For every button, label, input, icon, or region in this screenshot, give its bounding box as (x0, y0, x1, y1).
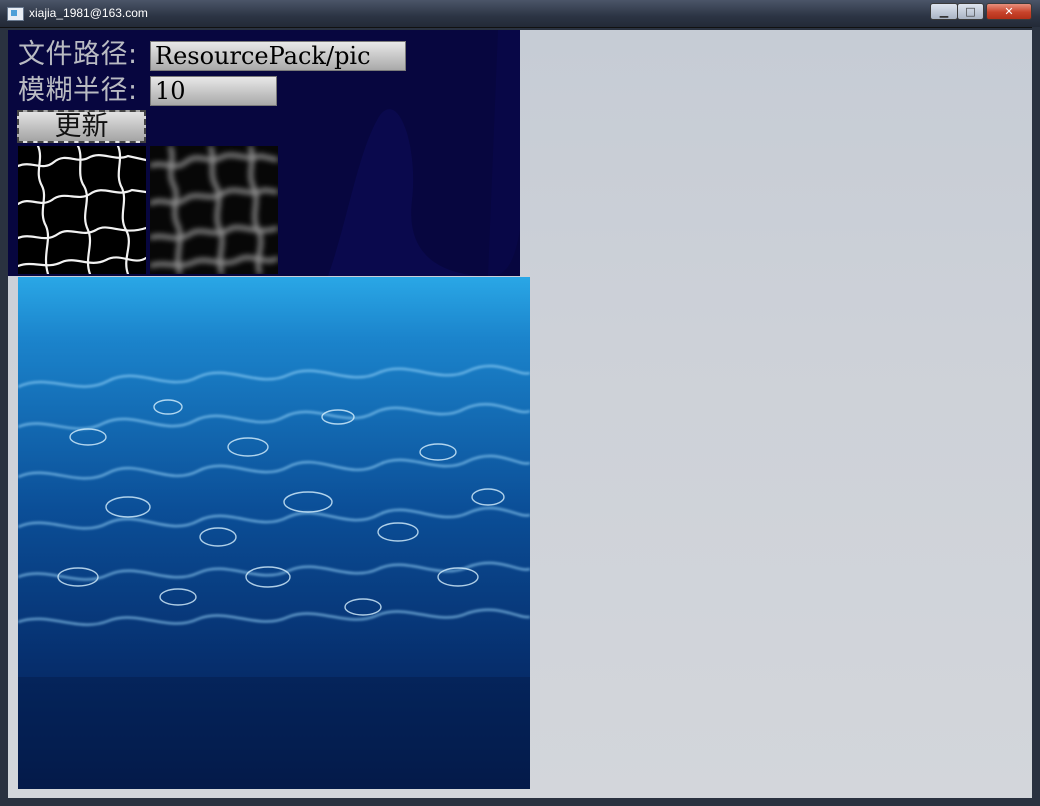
file-path-input[interactable]: ResourcePack/pic (150, 41, 406, 71)
window-border-right[interactable] (1032, 27, 1040, 806)
window-border-bottom[interactable] (0, 798, 1040, 806)
caustics-texture-thumbnail (18, 146, 146, 274)
file-path-label: 文件路径: (18, 39, 138, 70)
close-button[interactable]: ✕ (986, 3, 1032, 20)
minimize-button[interactable]: ▁ (930, 3, 958, 20)
maximize-button[interactable]: □ (957, 3, 984, 20)
blur-radius-input[interactable]: 10 (150, 76, 277, 106)
blur-radius-label: 模糊半径: (18, 75, 138, 106)
blurred-texture-thumbnail (150, 146, 278, 274)
application-window: xiajia_1981@163.com ▁ □ ✕ 文件路径: Resource… (0, 0, 1040, 806)
title-bar[interactable]: xiajia_1981@163.com ▁ □ ✕ (0, 0, 1040, 28)
update-button[interactable]: 更新 (17, 110, 146, 143)
app-window-icon (7, 7, 24, 21)
render-viewport[interactable]: 文件路径: ResourcePack/pic 模糊半径: 10 更新 (8, 30, 1032, 798)
window-title: xiajia_1981@163.com (29, 6, 148, 20)
water-render-output (18, 277, 530, 789)
